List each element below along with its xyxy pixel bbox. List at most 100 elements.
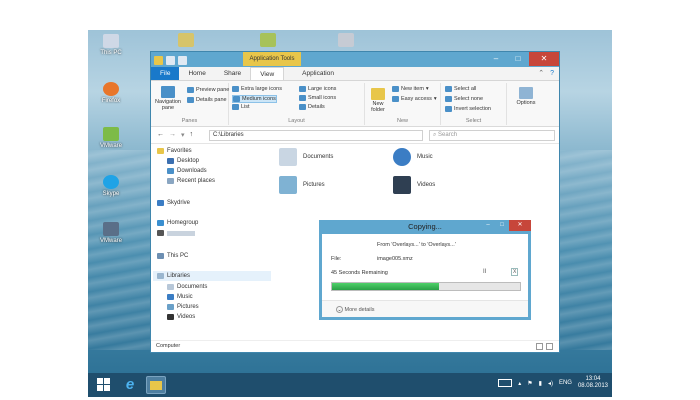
medium-icons-option[interactable]: Medium icons (232, 95, 277, 103)
pause-button[interactable]: II (483, 269, 486, 275)
taskbar-file-explorer[interactable] (146, 376, 166, 394)
sidebar-item-homegroup-user[interactable] (157, 230, 195, 236)
cancel-button[interactable]: X (511, 268, 519, 276)
select-none-button[interactable]: Select none (445, 96, 483, 102)
options-button[interactable]: Options (513, 87, 539, 106)
quick-access-toolbar (154, 56, 187, 65)
tab-view[interactable]: View (250, 67, 285, 80)
easy-access-button[interactable]: Easy access ▾ (392, 96, 437, 102)
maximize-button[interactable]: □ (507, 52, 529, 66)
library-tile-videos[interactable]: Videos (393, 176, 435, 194)
extra-large-icons-option[interactable]: Extra large icons (232, 86, 282, 92)
clock[interactable]: 13:04 08.08.2013 (578, 376, 608, 390)
language-indicator[interactable]: ENG (559, 380, 572, 386)
computer-icon (103, 34, 119, 48)
videos-icon (167, 314, 174, 320)
chevron-up-icon[interactable]: ▴ (518, 380, 521, 387)
options-icon (519, 87, 533, 99)
desktop-icon-this-pc[interactable]: This PC (91, 34, 131, 56)
forward-arrow-icon[interactable]: → (169, 131, 176, 139)
tab-file[interactable]: File (151, 67, 180, 80)
flag-icon[interactable]: ⚑ (527, 380, 532, 387)
list-option[interactable]: List (232, 104, 250, 110)
preview-pane-button[interactable]: Preview pane (187, 87, 229, 93)
sidebar-item-favorites[interactable]: Favorites (157, 148, 192, 154)
desktop-icon-top-2[interactable] (248, 33, 288, 49)
tab-share[interactable]: Share (215, 67, 250, 80)
properties-icon[interactable] (166, 56, 175, 65)
sidebar-item-libraries[interactable]: Libraries (157, 273, 190, 279)
tab-home[interactable]: Home (179, 67, 214, 80)
chevron-up-icon[interactable]: ⌃ (538, 67, 544, 80)
sidebar-item-skydrive[interactable]: Skydrive (157, 200, 190, 206)
library-tile-music[interactable]: Music (393, 148, 433, 166)
skype-icon (103, 175, 119, 189)
new-item-button[interactable]: New item ▾ (392, 86, 429, 92)
desktop-icon-top-3[interactable] (326, 33, 366, 49)
more-details-toggle[interactable]: ⌄ More details (336, 306, 375, 313)
chevron-down-icon: ▾ (425, 86, 429, 92)
large-icons-view-icon[interactable] (546, 343, 553, 350)
desktop-icon-top-1[interactable] (166, 33, 206, 49)
navigation-pane-button[interactable]: Navigation pane (153, 86, 183, 111)
navigation-pane-icon (161, 86, 175, 98)
search-input[interactable]: ⌕ Search (429, 130, 555, 141)
ribbon-group-new: New folder New item ▾ Easy access ▾ New (365, 83, 441, 125)
library-tile-pictures[interactable]: Pictures (279, 176, 325, 194)
sidebar-item-documents[interactable]: Documents (167, 284, 207, 290)
large-icons-option[interactable]: Large icons (299, 86, 336, 92)
minimize-button[interactable]: – (481, 220, 495, 231)
maximize-button[interactable]: □ (495, 220, 509, 231)
picture-icon (260, 33, 276, 47)
volume-icon[interactable]: ◂) (548, 380, 553, 387)
help-icon[interactable]: ? (550, 67, 554, 80)
extra-large-icons-icon (232, 86, 239, 92)
view-switcher (536, 343, 553, 350)
taskbar-internet-explorer[interactable]: e (120, 376, 140, 394)
details-pane-button[interactable]: Details pane (187, 97, 227, 103)
chevron-down-icon: ⌄ (336, 306, 343, 313)
invert-selection-icon (445, 106, 452, 112)
desktop-icon-firefox[interactable]: Firefox (91, 82, 131, 104)
new-folder-button[interactable]: New folder (367, 88, 389, 113)
copy-dialog-footer: ⌄ More details (322, 300, 528, 317)
invert-selection-button[interactable]: Invert selection (445, 106, 491, 112)
back-arrow-icon[interactable]: ← (157, 131, 164, 139)
sidebar-item-music[interactable]: Music (167, 294, 193, 300)
close-button[interactable]: ✕ (529, 52, 559, 66)
videos-icon (393, 176, 411, 194)
up-arrow-icon[interactable]: ↑ (190, 131, 194, 139)
small-icons-option[interactable]: Small icons (299, 95, 336, 101)
sidebar-item-downloads[interactable]: Downloads (167, 168, 207, 174)
sidebar-item-videos[interactable]: Videos (167, 314, 195, 320)
large-icons-icon (299, 86, 306, 92)
desktop-icon-vmware[interactable]: VMware (91, 127, 131, 149)
group-label-panes: Panes (181, 118, 198, 124)
desktop-icon-vmware-2[interactable]: VMware (91, 222, 131, 244)
start-button[interactable] (94, 376, 114, 394)
music-icon (393, 148, 411, 166)
computer-icon (157, 253, 164, 259)
details-view-icon[interactable] (536, 343, 543, 350)
sidebar-item-recent-places[interactable]: Recent places (167, 178, 215, 184)
copy-progress-fill (332, 283, 440, 290)
sidebar-item-pictures[interactable]: Pictures (167, 304, 199, 310)
new-folder-icon[interactable] (178, 56, 187, 65)
chevron-down-icon[interactable]: ▾ (181, 131, 185, 139)
details-option[interactable]: Details (299, 104, 325, 110)
network-icon[interactable]: ▮ (539, 380, 542, 387)
minimize-button[interactable]: – (485, 52, 507, 66)
clock-date: 08.08.2013 (577, 383, 608, 389)
tab-application[interactable]: Application (284, 67, 352, 80)
sidebar-item-desktop[interactable]: Desktop (167, 158, 199, 164)
library-tile-documents[interactable]: Documents (279, 148, 333, 166)
address-path[interactable]: C:\Libraries (209, 130, 423, 141)
keyboard-icon[interactable] (498, 379, 513, 387)
close-button[interactable]: ✕ (509, 220, 531, 231)
sidebar-item-this-pc[interactable]: This PC (157, 253, 188, 259)
sidebar-item-homegroup[interactable]: Homegroup (157, 220, 198, 226)
status-bar: Computer (151, 340, 559, 352)
desktop-icon-skype[interactable]: Skype (91, 175, 131, 197)
folder-icon[interactable] (154, 56, 163, 65)
select-all-button[interactable]: Select all (445, 86, 476, 92)
